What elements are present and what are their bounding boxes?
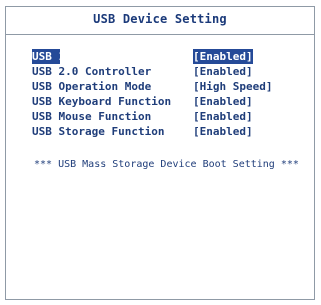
setting-row-usb-2-controller[interactable]: USB 2.0 Controller [Enabled]	[32, 64, 302, 79]
setting-label-usb-1-controller: USB 1.0 Controller	[32, 49, 152, 64]
setting-row-usb-mouse-function[interactable]: USB Mouse Function [Enabled]	[32, 109, 302, 124]
setting-label-usb-storage-function: USB Storage Function	[32, 125, 165, 138]
setting-value-usb-mouse-function[interactable]: [Enabled]	[193, 109, 253, 124]
setting-value-usb-operation-mode[interactable]: [High Speed]	[193, 79, 272, 94]
settings-content: USB 1.0 Controller [Enabled] USB 2.0 Con…	[6, 35, 314, 299]
setting-label-usb-operation-mode: USB Operation Mode	[32, 80, 152, 93]
title-bar: USB Device Setting	[6, 7, 314, 35]
setting-label-usb-2-controller: USB 2.0 Controller	[32, 65, 152, 78]
setting-label-usb-keyboard-function: USB Keyboard Function	[32, 95, 172, 108]
setting-value-usb-2-controller[interactable]: [Enabled]	[193, 64, 253, 79]
settings-list: USB 1.0 Controller [Enabled] USB 2.0 Con…	[32, 49, 302, 139]
bios-panel: USB Device Setting USB 1.0 Controller [E…	[5, 6, 315, 300]
setting-label-usb-mouse-function: USB Mouse Function	[32, 110, 152, 123]
setting-row-usb-keyboard-function[interactable]: USB Keyboard Function [Enabled]	[32, 94, 302, 109]
setting-row-usb-operation-mode[interactable]: USB Operation Mode [High Speed]	[32, 79, 302, 94]
page-title: USB Device Setting	[93, 12, 227, 26]
setting-row-usb-storage-function[interactable]: USB Storage Function [Enabled]	[32, 124, 302, 139]
setting-value-usb-keyboard-function[interactable]: [Enabled]	[193, 94, 253, 109]
boot-setting-heading: *** USB Mass Storage Device Boot Setting…	[34, 159, 299, 170]
setting-value-usb-1-controller[interactable]: [Enabled]	[193, 49, 253, 64]
setting-row-usb-1-controller[interactable]: USB 1.0 Controller [Enabled]	[32, 49, 302, 64]
setting-value-usb-storage-function[interactable]: [Enabled]	[193, 124, 253, 139]
